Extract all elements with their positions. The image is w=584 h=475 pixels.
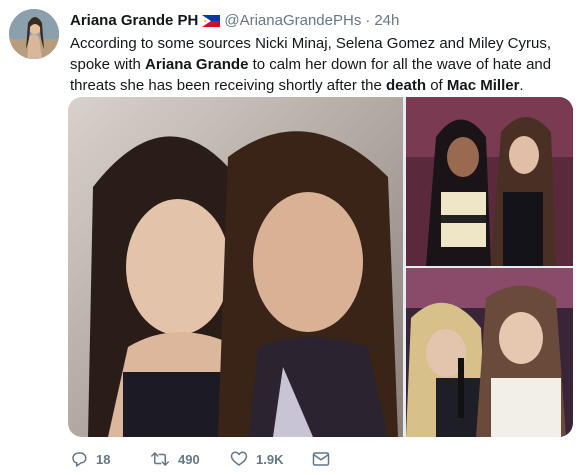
heart-icon bbox=[230, 450, 248, 468]
photo-bottom-right[interactable] bbox=[406, 268, 573, 437]
separator: · bbox=[365, 11, 371, 29]
reply-icon bbox=[70, 450, 88, 468]
philippines-flag-icon bbox=[202, 14, 221, 27]
like-count: 1.9K bbox=[256, 451, 284, 467]
tweet-text-bold: Ariana Grande bbox=[145, 56, 249, 73]
tweet-text: According to some sources Nicki Minaj, S… bbox=[70, 33, 570, 96]
envelope-icon bbox=[312, 451, 330, 467]
tweet-text-segment: of bbox=[426, 77, 447, 94]
tweet-text-bold: Mac Miller bbox=[446, 77, 520, 94]
retweet-button[interactable]: 490 bbox=[150, 450, 230, 468]
media-grid bbox=[68, 97, 573, 437]
avatar[interactable] bbox=[9, 9, 59, 59]
photo-main[interactable] bbox=[68, 97, 403, 437]
action-bar: 18 490 1.9K bbox=[70, 448, 330, 470]
tweet-text-bold: death bbox=[386, 77, 427, 94]
timestamp[interactable]: 24h bbox=[374, 12, 399, 29]
tweet-header: Ariana Grande PH @ArianaGrandePHs · 24h bbox=[70, 10, 399, 30]
reply-count: 18 bbox=[96, 451, 111, 467]
photo-top-right[interactable] bbox=[406, 97, 573, 266]
tweet[interactable]: Ariana Grande PH @ArianaGrandePHs · 24h … bbox=[0, 0, 584, 475]
retweet-count: 490 bbox=[178, 451, 200, 467]
direct-message-button[interactable] bbox=[312, 451, 330, 467]
like-button[interactable]: 1.9K bbox=[230, 450, 312, 468]
handle[interactable]: @ArianaGrandePHs bbox=[224, 12, 361, 29]
reply-button[interactable]: 18 bbox=[70, 450, 150, 468]
tweet-text-segment: . bbox=[519, 77, 524, 94]
display-name[interactable]: Ariana Grande PH bbox=[70, 12, 198, 29]
retweet-icon bbox=[150, 450, 170, 468]
